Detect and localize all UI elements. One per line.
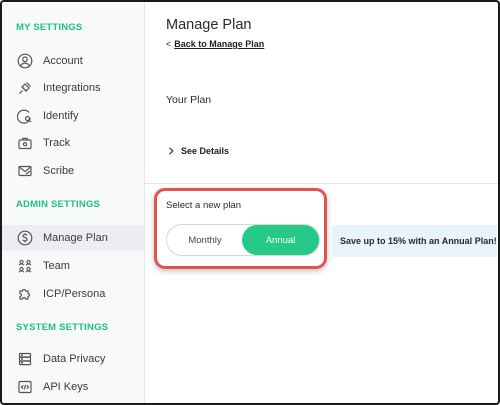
sidebar-item-label: Team <box>43 260 70 272</box>
puzzle-icon <box>16 285 34 303</box>
sidebar-item-icp-persona[interactable]: ICP/Persona <box>2 281 144 307</box>
back-caret: < <box>166 39 172 49</box>
see-details-toggle[interactable]: See Details <box>166 146 229 156</box>
sidebar-item-account[interactable]: Account <box>2 48 144 74</box>
sidebar-item-label: Identify <box>43 110 79 122</box>
sidebar-item-api-keys[interactable]: API Keys <box>2 374 144 400</box>
sidebar-item-team[interactable]: Team <box>2 253 144 279</box>
chevron-right-icon <box>169 147 174 155</box>
section-divider <box>145 183 498 184</box>
sidebar-item-identify[interactable]: Identify <box>2 103 144 129</box>
settings-sidebar: MY SETTINGS Account Integrations Identif… <box>2 2 145 403</box>
plug-icon <box>16 79 34 97</box>
sidebar-item-label: Integrations <box>43 82 101 94</box>
sidebar-item-track[interactable]: Track <box>2 130 144 156</box>
sidebar-item-label: ICP/Persona <box>43 288 106 300</box>
section-title-admin-settings: ADMIN SETTINGS <box>16 199 101 210</box>
sidebar-item-label: Track <box>43 137 71 149</box>
sidebar-item-integrations[interactable]: Integrations <box>2 75 144 101</box>
team-icon <box>16 257 34 275</box>
sidebar-item-data-privacy[interactable]: Data Privacy <box>2 346 144 372</box>
section-title-system-settings: SYSTEM SETTINGS <box>16 322 109 333</box>
back-to-manage-plan-link[interactable]: < Back to Manage Plan <box>166 39 264 49</box>
your-plan-heading: Your Plan <box>166 94 212 106</box>
user-circle-icon <box>16 52 34 70</box>
briefcase-icon <box>16 134 34 152</box>
sidebar-item-label: API Keys <box>43 381 89 393</box>
section-title-my-settings: MY SETTINGS <box>16 22 83 33</box>
sidebar-item-scribe[interactable]: Scribe <box>2 158 144 184</box>
annual-savings-banner: Save up to 15% with an Annual Plan! <box>332 225 497 257</box>
code-icon <box>16 378 34 396</box>
app-window: MY SETTINGS Account Integrations Identif… <box>0 0 500 405</box>
sidebar-item-manage-plan[interactable]: Manage Plan <box>2 225 144 251</box>
back-link-label: Back to Manage Plan <box>174 39 265 49</box>
sidebar-item-label: Data Privacy <box>43 353 106 365</box>
database-icon <box>16 350 34 368</box>
sidebar-item-label: Account <box>43 55 83 67</box>
sidebar-item-label: Scribe <box>43 165 75 177</box>
page-title: Manage Plan <box>166 17 252 33</box>
email-icon <box>16 162 34 180</box>
see-details-label: See Details <box>181 146 230 156</box>
sidebar-item-label: Manage Plan <box>43 232 108 244</box>
callout-highlight <box>154 188 327 269</box>
dollar-circle-icon <box>16 229 34 247</box>
search-person-icon <box>16 107 34 125</box>
